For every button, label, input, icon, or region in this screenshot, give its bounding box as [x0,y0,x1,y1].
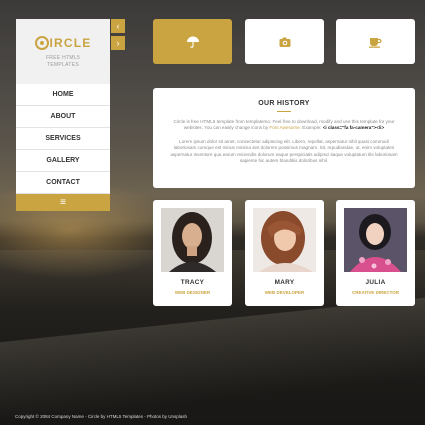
menu-item-gallery[interactable]: GALLERY [16,150,110,172]
footer-copyright: Copyright © 2084 Company Name - Circle b… [15,414,188,419]
next-arrow-button[interactable]: › [111,36,125,50]
title-divider [277,111,291,112]
team-photo-tracy [161,208,224,272]
history-title: OUR HISTORY [258,100,310,107]
camera-icon [279,37,290,47]
history-card: OUR HISTORY Circle is free HTML5 templat… [153,88,415,188]
chevron-left-icon: ‹ [116,21,120,31]
menu-toggle-button[interactable]: ≡ [16,194,110,211]
hamburger-icon: ≡ [60,197,66,208]
team-card-julia: JULIA CREATIVE DIRECTOR [336,200,415,306]
site-tagline: FREE HTML5 TEMPLATES [45,55,81,68]
umbrella-tab-button[interactable] [153,19,232,64]
portrait-image [253,208,316,272]
main-menu: HOME ABOUT SERVICES GALLERY CONTACT ≡ [16,84,110,211]
menu-item-home[interactable]: HOME [16,84,110,106]
chevron-right-icon: › [116,38,120,48]
team-name: TRACY [180,279,205,286]
team-photo-julia [344,208,407,272]
site-logo[interactable]: IRCLE [16,36,110,50]
team-role: WEB DEVELOPER [264,290,305,295]
team-photo-mary [253,208,316,272]
team-name: MARY [274,279,295,286]
background-shore [0,297,425,425]
portrait-image [161,208,224,272]
logo-ring-icon [34,36,49,50]
prev-arrow-button[interactable]: ‹ [111,19,125,33]
team-card-mary: MARY WEB DEVELOPER [245,200,324,306]
camera-tab-button[interactable] [245,19,324,64]
team-card-tracy: TRACY WEB DESIGNER [153,200,232,306]
logo-text: IRCLE [49,36,92,50]
history-intro: Circle is free HTML5 template from templ… [153,119,415,132]
portrait-image [344,208,407,272]
umbrella-icon [186,36,199,48]
font-awesome-link[interactable]: Font Awesome [269,125,299,130]
menu-item-contact[interactable]: CONTACT [16,172,110,194]
history-body: Lorem ipsum dolor sit amet, consectetur … [170,138,398,164]
team-role: WEB DESIGNER [174,290,211,295]
coffee-cup-icon [369,37,382,48]
team-role: CREATIVE DIRECTOR [351,290,400,295]
history-intro-text-2: . Example: [299,125,323,131]
team-name: JULIA [365,279,386,286]
menu-item-services[interactable]: SERVICES [16,128,110,150]
brand-panel: IRCLE FREE HTML5 TEMPLATES [16,19,110,85]
coffee-tab-button[interactable] [336,19,415,64]
code-example: <i class="fa fa-camera"></i> [322,125,385,131]
menu-item-about[interactable]: ABOUT [16,106,110,128]
